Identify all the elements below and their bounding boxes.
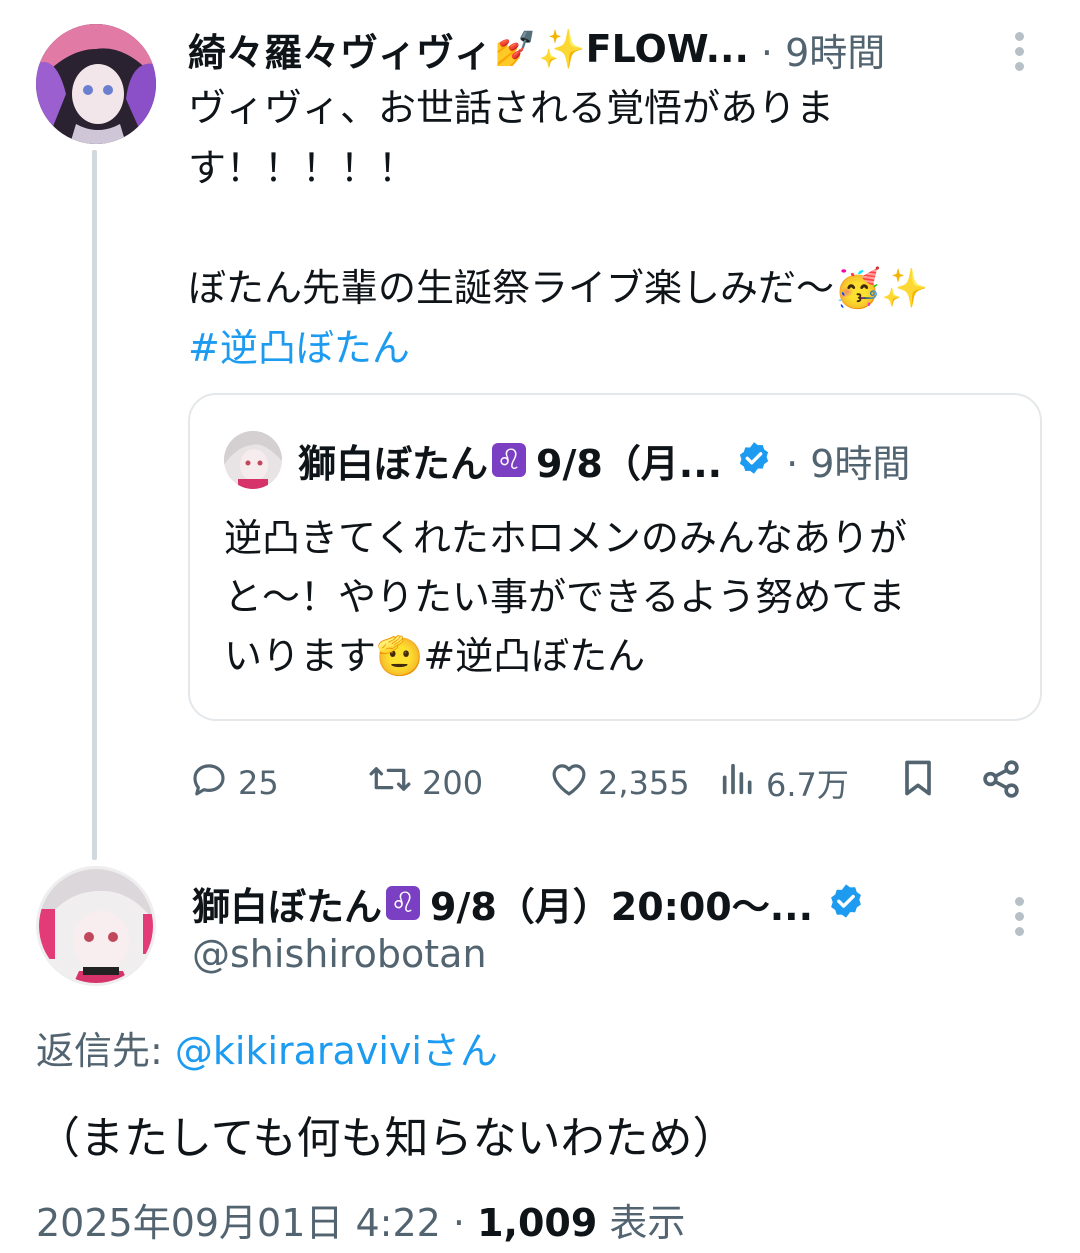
retweet-action[interactable]: 200	[366, 758, 483, 808]
tweet-text: ヴィヴィ、お世話される覚悟がありま す！！！！！ ぼたん先輩の生誕祭ライブ楽しみ…	[188, 78, 1048, 378]
reply-handle[interactable]: @shishirobotan	[192, 932, 487, 976]
reply-author-suffix[interactable]: 9/8（月）20:00〜...	[430, 876, 813, 931]
timestamp[interactable]: 2025年09月01日 4:22 ·	[36, 1201, 477, 1245]
reply-to-line: 返信先: @kikiraraviviさん	[36, 1020, 498, 1075]
like-action[interactable]: 2,355	[548, 758, 690, 808]
reply-to-label: 返信先:	[36, 1029, 175, 1073]
quote-text: 逆凸きてくれたホロメンのみんなありが と〜！やりたい事ができるよう努めてま いり…	[224, 509, 1024, 686]
retweet-count: 200	[422, 764, 484, 802]
tweet-header: 綺々羅々ヴィヴィ 💅 ✨FLOW... · 9時間	[188, 22, 958, 77]
quote-tweet-card[interactable]: 獅白ぼたん ♌ 9/8（月... · 9時間 逆凸きてくれたホロメンのみんなあり…	[188, 393, 1042, 721]
analytics-icon	[718, 758, 758, 808]
reply-author-name[interactable]: 獅白ぼたん	[192, 876, 382, 931]
tweet-text-line1: ヴィヴィ、お世話される覚悟がありま	[188, 86, 835, 130]
author-name-suffix[interactable]: ✨FLOW...	[538, 27, 749, 72]
views-count: 6.7万	[766, 766, 849, 804]
leo-icon: ♌	[386, 886, 421, 920]
nail-polish-icon: 💅	[494, 29, 537, 69]
hashtag-link[interactable]: #逆凸ぼたん	[188, 318, 1048, 378]
verified-badge-icon	[736, 440, 772, 480]
quote-text-line1: 逆凸きてくれたホロメンのみんなありが	[224, 516, 907, 560]
reply-to-user-link[interactable]: @kikiraraviviさん	[175, 1029, 498, 1073]
tweet-text-line2: す！！！！！	[188, 146, 417, 190]
thread-line	[92, 150, 97, 860]
views-action[interactable]: 6.7万	[718, 758, 849, 808]
author-name[interactable]: 綺々羅々ヴィヴィ	[188, 22, 492, 77]
tweet-text-line3-row: ぼたん先輩の生誕祭ライブ楽しみだ〜🥳✨	[188, 258, 1048, 318]
avatar-shishiro-botan[interactable]	[36, 866, 156, 986]
more-options-icon[interactable]	[1015, 897, 1025, 942]
reply-header: 獅白ぼたん ♌ 9/8（月）20:00〜...	[192, 876, 865, 930]
tweet-text-line3: ぼたん先輩の生誕祭ライブ楽しみだ〜	[188, 266, 835, 310]
quote-avatar[interactable]	[224, 431, 282, 489]
tweet-time[interactable]: · 9時間	[761, 22, 885, 77]
quote-author-suffix[interactable]: 9/8（月...	[536, 433, 722, 488]
quote-text-line2: と〜！やりたい事ができるよう努めてま	[224, 575, 906, 619]
quote-author-name[interactable]: 獅白ぼたん	[298, 433, 488, 488]
reply-icon	[188, 758, 230, 808]
leo-icon: ♌	[492, 443, 527, 477]
tweet-meta: 2025年09月01日 4:22 · 1,009 表示	[36, 1192, 685, 1247]
heart-icon	[548, 758, 590, 808]
like-count: 2,355	[598, 764, 690, 802]
share-icon[interactable]	[978, 756, 1024, 806]
reply-count: 25	[238, 764, 279, 802]
quote-hashtag: #逆凸ぼたん	[423, 634, 646, 678]
reply-text: （またしても何も知らないわため）	[36, 1113, 737, 1164]
avatar-kikirara[interactable]	[36, 24, 156, 144]
retweet-icon	[366, 758, 414, 808]
view-label: 表示	[597, 1201, 686, 1245]
reply-action[interactable]: 25	[188, 758, 279, 808]
quote-time[interactable]: · 9時間	[786, 433, 910, 488]
quote-header: 獅白ぼたん ♌ 9/8（月... · 9時間	[298, 433, 910, 488]
view-count: 1,009	[477, 1201, 598, 1245]
more-options-icon[interactable]	[1015, 32, 1025, 77]
bookmark-icon[interactable]	[896, 756, 940, 804]
quote-text-line3-row: いります🫡#逆凸ぼたん	[224, 627, 1024, 686]
quote-text-line3: いります	[224, 634, 377, 678]
salute-emoji-icon: 🫡	[376, 634, 424, 678]
verified-badge-icon	[827, 882, 865, 924]
party-emoji-icon: 🥳✨	[834, 266, 929, 310]
